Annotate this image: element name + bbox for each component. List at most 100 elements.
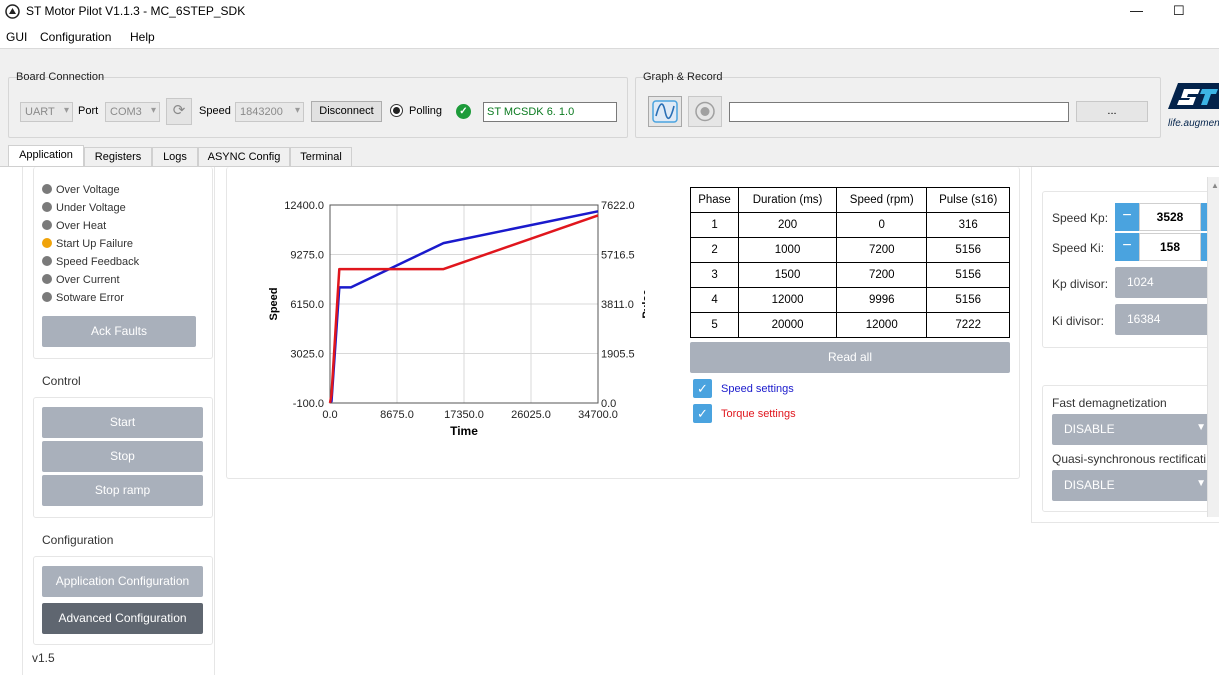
table-cell[interactable]: 1: [689, 212, 740, 238]
table-cell[interactable]: 2: [689, 237, 740, 263]
port-select[interactable]: COM3 ▾: [105, 102, 160, 122]
table-cell[interactable]: 9996: [836, 287, 928, 313]
menu-configuration[interactable]: Configuration: [40, 30, 111, 44]
tab-application[interactable]: Application: [8, 145, 84, 167]
chevron-down-icon: ▼: [1196, 422, 1206, 433]
right-panel-scrollbar[interactable]: ▲: [1207, 177, 1219, 517]
table-cell[interactable]: 200: [738, 212, 838, 238]
y2-tick-label: 0.0: [601, 398, 616, 410]
fault-indicator: Speed Feedback: [42, 256, 139, 274]
fault-indicator: Over Voltage: [42, 184, 139, 202]
table-cell[interactable]: 3: [689, 262, 740, 288]
table-row: 5 20000 12000 7222: [689, 312, 1010, 338]
ki-decrement-button[interactable]: −: [1115, 233, 1139, 261]
application-configuration-button[interactable]: Application Configuration: [42, 566, 203, 597]
table-cell[interactable]: 7222: [926, 312, 1010, 338]
y-tick-label: 9275.0: [290, 250, 324, 262]
advanced-configuration-button[interactable]: Advanced Configuration: [42, 603, 203, 634]
table-cell[interactable]: 316: [926, 212, 1010, 238]
table-cell[interactable]: 12000: [738, 287, 838, 313]
record-button[interactable]: [688, 96, 722, 127]
fault-label: Under Voltage: [56, 202, 126, 214]
st-logo-icon: [1168, 83, 1219, 109]
kp-decrement-button[interactable]: −: [1115, 203, 1139, 231]
x-axis-label: Time: [450, 424, 478, 438]
status-led-icon: [42, 256, 52, 266]
column-header: Speed (rpm): [836, 187, 928, 213]
fault-indicator: Over Current: [42, 274, 139, 292]
status-led-icon: [42, 274, 52, 284]
y2-tick-label: 5716.5: [601, 250, 635, 262]
y2-axis-label: Pulse: [641, 289, 645, 318]
speed-settings-checkbox[interactable]: ✓: [693, 379, 712, 398]
maximize-button[interactable]: ☐: [1173, 3, 1185, 19]
table-cell[interactable]: 5156: [926, 262, 1010, 288]
ack-faults-button[interactable]: Ack Faults: [42, 316, 196, 347]
status-led-icon: [42, 202, 52, 212]
record-path-input[interactable]: [729, 102, 1069, 122]
speed-kp-label: Speed Kp:: [1052, 211, 1109, 225]
port-label: Port: [78, 105, 99, 117]
table-row: 4 12000 9996 5156: [689, 287, 1010, 313]
ki-divisor-field: 16384: [1115, 304, 1219, 335]
quasi-sync-label: Quasi-synchronous rectificati: [1052, 452, 1207, 466]
table-cell[interactable]: 7200: [836, 237, 928, 263]
column-header: Duration (ms): [738, 187, 838, 213]
y-tick-label: 12400.0: [284, 200, 324, 212]
configuration-title: Configuration: [42, 533, 114, 547]
menu-gui[interactable]: GUI: [6, 30, 27, 44]
brand-tagline: life.augmented: [1168, 118, 1219, 129]
table-cell[interactable]: 0: [836, 212, 928, 238]
disconnect-button[interactable]: Disconnect: [311, 101, 382, 122]
fault-label: Over Current: [56, 274, 120, 286]
browse-button[interactable]: ...: [1076, 101, 1148, 122]
table-cell[interactable]: 1500: [738, 262, 838, 288]
fault-label: Over Voltage: [56, 184, 120, 196]
table-cell[interactable]: 4: [689, 287, 740, 313]
tab-async-config[interactable]: ASYNC Config: [198, 147, 290, 167]
table-cell[interactable]: 5156: [926, 237, 1010, 263]
kp-divisor-label: Kp divisor:: [1052, 277, 1109, 291]
table-row: 3 1500 7200 5156: [689, 262, 1010, 288]
stop-ramp-button[interactable]: Stop ramp: [42, 475, 203, 506]
x-tick-label: 0.0: [322, 409, 337, 421]
fault-indicator: Under Voltage: [42, 202, 139, 220]
baudrate-select[interactable]: 1843200 ▾: [235, 102, 304, 122]
table-cell[interactable]: 1000: [738, 237, 838, 263]
column-header: Pulse (s16): [926, 187, 1010, 213]
app-icon: [5, 4, 20, 19]
fault-label: Sotware Error: [56, 292, 124, 304]
table-cell[interactable]: 12000: [836, 312, 928, 338]
tab-registers[interactable]: Registers: [84, 147, 152, 167]
interface-select[interactable]: UART ▾: [20, 102, 73, 122]
tab-logs[interactable]: Logs: [152, 147, 198, 167]
waveform-icon: [652, 100, 678, 123]
table-cell[interactable]: 7200: [836, 262, 928, 288]
speed-ki-input[interactable]: 158: [1139, 233, 1201, 261]
tab-terminal[interactable]: Terminal: [290, 147, 352, 167]
table-cell[interactable]: 20000: [738, 312, 838, 338]
menu-bar: GUI Configuration Help: [0, 26, 1219, 48]
chevron-down-icon: ▾: [63, 105, 69, 116]
start-button[interactable]: Start: [42, 407, 203, 438]
minimize-button[interactable]: —: [1130, 3, 1143, 18]
read-all-button[interactable]: Read all: [690, 342, 1010, 373]
chevron-down-icon: ▾: [294, 105, 300, 116]
record-icon: [695, 101, 715, 122]
stop-button[interactable]: Stop: [42, 441, 203, 472]
menu-help[interactable]: Help: [130, 30, 155, 44]
table-cell[interactable]: 5156: [926, 287, 1010, 313]
title-bar: ST Motor Pilot V1.1.3 - MC_6STEP_SDK — ☐: [0, 0, 1219, 24]
table-cell[interactable]: 5: [689, 312, 740, 338]
graph-record-title: Graph & Record: [643, 71, 723, 83]
y2-tick-label: 3811.0: [601, 299, 634, 311]
fast-demag-select[interactable]: DISABLE ▼: [1052, 414, 1210, 445]
polling-radio[interactable]: [390, 104, 403, 117]
torque-settings-checkbox[interactable]: ✓: [693, 404, 712, 423]
refresh-icon[interactable]: ⟳: [166, 98, 192, 125]
y-tick-label: 3025.0: [290, 349, 324, 361]
speed-kp-input[interactable]: 3528: [1139, 203, 1201, 231]
quasi-sync-select[interactable]: DISABLE ▼: [1052, 470, 1210, 501]
fault-label: Speed Feedback: [56, 256, 140, 268]
graph-button[interactable]: [648, 96, 682, 127]
